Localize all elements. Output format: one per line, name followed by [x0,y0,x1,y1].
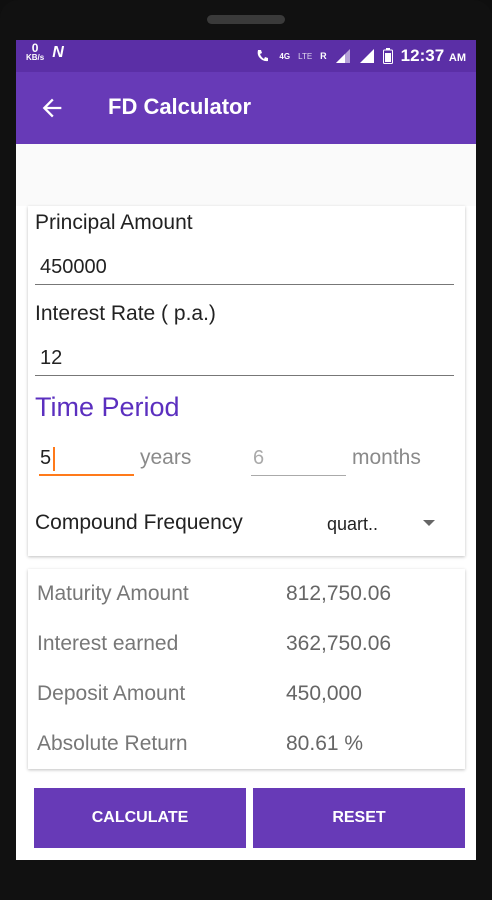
rate-input[interactable]: 12 [40,347,62,370]
page-title: FD Calculator [108,94,252,119]
call-icon [258,50,269,62]
months-underline [251,475,346,476]
signal-icon-2 [359,49,374,63]
spacer-strip [16,144,476,206]
network-speed: 0 KB/s [26,41,45,63]
result-label: Deposit Amount [37,682,186,705]
result-row-maturity: Maturity Amount 812,750.06 [37,582,457,606]
result-label: Absolute Return [37,732,188,755]
notification-n-icon: N [52,44,64,61]
status-bar: 0 KB/s N 4G LTE R 12:37 AM [16,40,476,72]
months-label: months [352,446,421,469]
result-value: 80.61 % [286,732,364,755]
bottom-bezel [0,860,492,900]
principal-underline [35,284,454,285]
signal-icon-1 [335,49,350,63]
roaming-label: R [320,51,327,61]
years-label: years [140,446,192,469]
compound-frequency-label: Compound Frequency [35,511,243,534]
speaker-grill [207,15,285,24]
time-period-heading: Time Period [35,392,180,422]
result-value: 450,000 [286,682,362,705]
years-input[interactable]: 5 [40,447,51,470]
lte-label: LTE [298,51,313,61]
result-value: 362,750.06 [286,632,392,655]
compound-frequency-value: quart.. [327,514,379,534]
months-input[interactable]: 6 [253,447,264,470]
years-underline-focused [39,474,134,476]
clock-ampm: AM [448,52,466,64]
clock-time: 12:37 [400,46,445,65]
network-speed-unit: KB/s [26,53,45,62]
screen: 0 KB/s N 4G LTE R 12:37 AM FD Calculator [16,40,476,860]
text-cursor [53,447,55,471]
result-label: Maturity Amount [37,582,189,605]
principal-label: Principal Amount [35,211,193,234]
app-bar: FD Calculator [16,72,476,144]
input-card: Principal Amount 450000 Interest Rate ( … [28,206,465,556]
compound-frequency-dropdown[interactable]: quart.. [318,506,448,540]
phone-frame: 0 KB/s N 4G LTE R 12:37 AM FD Calculator [0,0,492,900]
battery-icon [382,48,393,64]
status-left: 0 KB/s N [26,41,64,63]
rate-label: Interest Rate ( p.a.) [35,302,216,325]
calculate-button[interactable]: CALCULATE [34,788,246,848]
dropdown-arrow-icon [423,520,435,526]
status-right: 4G LTE R 12:37 AM [255,46,466,66]
network-4g-label: 4G [279,51,291,61]
results-card: Maturity Amount 812,750.06 Interest earn… [28,569,465,769]
network-speed-value: 0 [31,41,39,55]
reset-button[interactable]: RESET [253,788,465,848]
result-label: Interest earned [37,632,179,655]
rate-underline [35,375,454,376]
result-value: 812,750.06 [286,582,392,605]
clock: 12:37 AM [401,46,466,66]
principal-input[interactable]: 450000 [40,256,107,279]
result-row-interest: Interest earned 362,750.06 [37,632,457,656]
result-row-absolute-return: Absolute Return 80.61 % [37,732,457,756]
result-row-deposit: Deposit Amount 450,000 [37,682,457,706]
back-arrow-icon[interactable] [38,94,66,122]
